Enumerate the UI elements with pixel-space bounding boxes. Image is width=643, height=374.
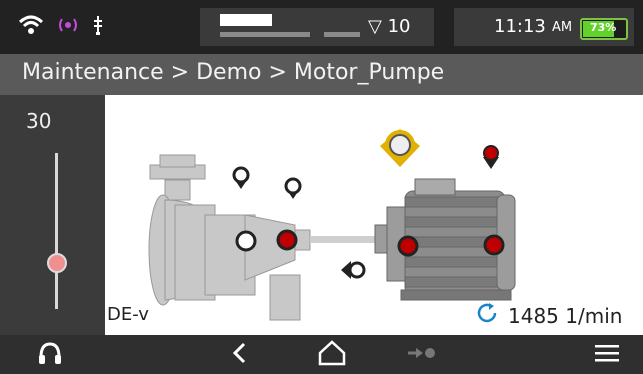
machine-view <box>105 95 643 335</box>
home-icon <box>317 339 347 370</box>
zoom-panel: 30 <box>0 95 105 335</box>
clock-battery-panel: 11:13 AM 73% <box>454 8 634 46</box>
measurement-status-panel: ▽ 10 <box>200 8 434 46</box>
wifi-icon <box>18 14 44 40</box>
speed-readout: 1485 1/min <box>474 300 622 331</box>
bottom-nav <box>0 335 643 374</box>
progress-bar-gray-2 <box>324 32 360 37</box>
measurement-point-motor-top[interactable] <box>483 145 499 169</box>
wireless-sensor-icon <box>54 14 82 40</box>
measurement-point-unselected-3[interactable] <box>341 261 366 279</box>
shaft <box>310 236 380 243</box>
measurement-point-motor-de[interactable] <box>397 235 419 257</box>
breadcrumb-text: Maintenance > Demo > Motor_Pumpe <box>22 60 445 85</box>
zoom-slider-track[interactable] <box>55 153 58 309</box>
clock-time: 11:13 <box>494 16 546 37</box>
forward-button-disabled[interactable] <box>400 335 444 374</box>
forward-record-icon <box>406 343 438 367</box>
back-arrow-icon <box>230 341 250 369</box>
clock-ampm: AM <box>552 20 573 35</box>
sensor-label: DE-v <box>107 304 149 325</box>
selected-measurement-point[interactable] <box>380 129 420 167</box>
status-icons <box>18 14 104 40</box>
headphones-button[interactable] <box>30 335 70 374</box>
zoom-slider-thumb[interactable] <box>47 253 67 273</box>
battery-percent: 73% <box>590 21 617 34</box>
menu-button[interactable] <box>585 335 629 374</box>
hamburger-menu-icon <box>593 342 621 368</box>
measurement-point-pump-de[interactable] <box>235 230 257 252</box>
speed-value: 1485 1/min <box>508 303 623 328</box>
breadcrumb: Maintenance > Demo > Motor_Pumpe <box>0 54 643 95</box>
measurement-point-unselected-2[interactable] <box>284 177 302 199</box>
home-button[interactable] <box>310 335 354 374</box>
usb-icon <box>92 14 104 40</box>
measurement-point-unselected-1[interactable] <box>232 166 250 189</box>
zoom-value: 30 <box>26 109 52 133</box>
measurement-point-motor-nde[interactable] <box>483 234 505 256</box>
back-button[interactable] <box>220 335 260 374</box>
machine-diagram <box>148 129 516 321</box>
progress-bar-white <box>220 14 272 26</box>
status-bar: ▽ 10 11:13 AM 73% <box>0 0 643 54</box>
measurement-point-pump-red[interactable] <box>276 229 298 251</box>
progress-bar-gray-1 <box>220 32 310 37</box>
headphones-icon <box>37 341 63 369</box>
signal-count: ▽ 10 <box>368 16 411 37</box>
battery-icon: 73% <box>580 18 628 40</box>
refresh-icon <box>474 300 500 331</box>
